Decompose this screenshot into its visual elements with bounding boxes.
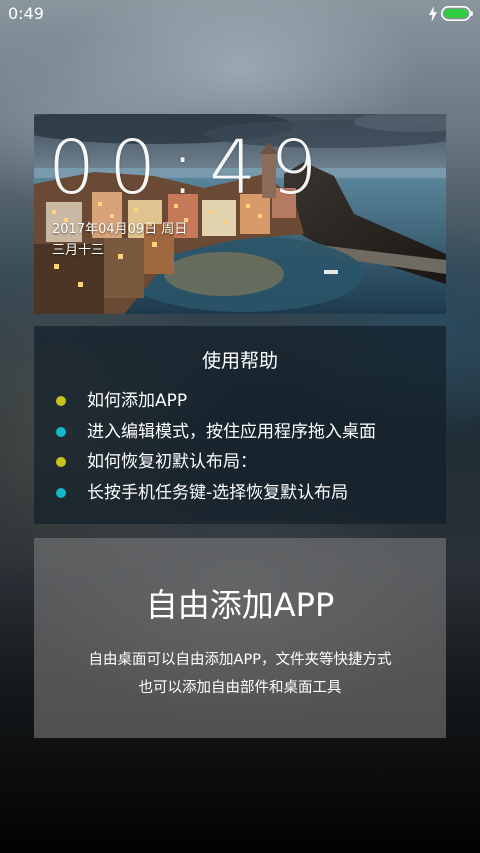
help-item: 进入编辑模式，按住应用程序拖入桌面	[54, 419, 376, 450]
bullet-dot-icon	[56, 426, 66, 437]
clock-time: 00:49	[48, 128, 331, 208]
clock-minutes: 49	[209, 125, 332, 211]
help-item-text: 如何恢复初默认布局：	[87, 452, 257, 472]
lunar-date: 三月十三	[52, 243, 105, 258]
help-item: 如何恢复初默认布局：	[54, 449, 376, 480]
help-card: 使用帮助 如何添加APP 进入编辑模式，按住应用程序拖入桌面 如何恢复初默认布局…	[34, 326, 446, 524]
lightning-bolt-icon	[429, 6, 437, 22]
help-item: 长按手机任务键-选择恢复默认布局	[54, 480, 376, 511]
status-bar: 0:49	[0, 0, 480, 28]
clock-widget[interactable]: 00:49 2017年04月09日 周日 三月十三	[34, 114, 446, 314]
status-time: 0:49	[8, 4, 44, 23]
help-card-title: 使用帮助	[201, 350, 278, 372]
battery-full-icon	[441, 6, 473, 21]
add-app-description-line1: 自由桌面可以自由添加APP，文件夹等快捷方式	[88, 652, 392, 668]
bullet-dot-icon	[56, 396, 66, 406]
add-app-title: 自由添加APP	[145, 586, 335, 624]
clock-hours: 00	[48, 125, 171, 211]
bullet-dot-icon	[56, 457, 66, 467]
clock-date: 2017年04月09日 周日	[52, 222, 188, 237]
help-item-text: 如何添加APP	[87, 391, 188, 411]
add-app-description-line2: 也可以添加自由部件和桌面工具	[138, 680, 342, 696]
help-item-text: 进入编辑模式，按住应用程序拖入桌面	[87, 421, 376, 442]
bullet-dot-icon	[56, 487, 66, 498]
help-item: 如何添加APP	[54, 388, 376, 419]
help-item-text: 长按手机任务键-选择恢复默认布局	[87, 482, 349, 503]
add-app-card[interactable]: 自由添加APP 自由桌面可以自由添加APP，文件夹等快捷方式 也可以添加自由部件…	[34, 538, 446, 738]
help-list: 如何添加APP 进入编辑模式，按住应用程序拖入桌面 如何恢复初默认布局： 长按手…	[54, 388, 376, 510]
clock-separator: :	[170, 125, 210, 211]
